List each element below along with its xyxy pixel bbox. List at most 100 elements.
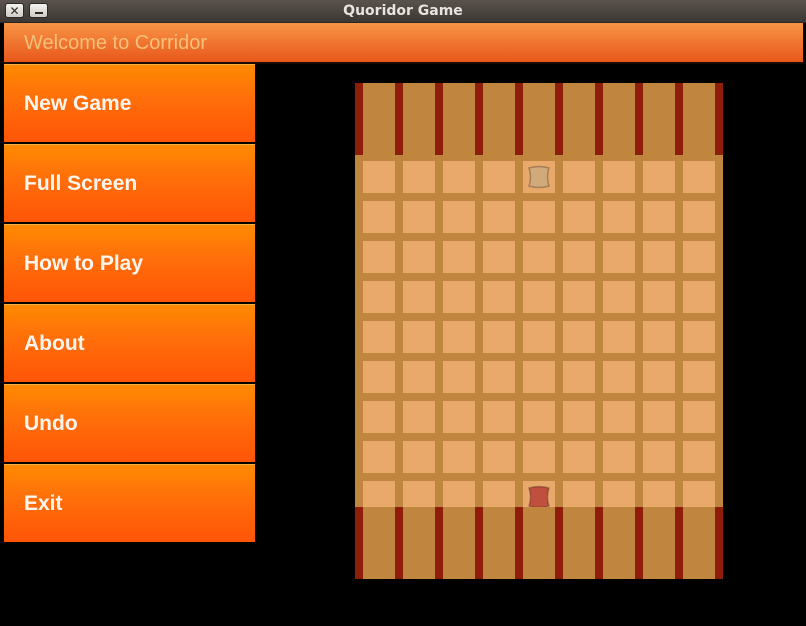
board-cell[interactable]: [363, 161, 395, 193]
board-cell[interactable]: [603, 241, 635, 273]
undo-button[interactable]: Undo: [4, 384, 255, 462]
board-cell[interactable]: [443, 441, 475, 473]
board-cell[interactable]: [443, 321, 475, 353]
board-cell[interactable]: [563, 201, 595, 233]
about-button[interactable]: About: [4, 304, 255, 382]
board-cell[interactable]: [643, 201, 675, 233]
board-cell[interactable]: [643, 361, 675, 393]
board-cell[interactable]: [643, 241, 675, 273]
board-cell[interactable]: [363, 401, 395, 433]
board-cell[interactable]: [683, 401, 715, 433]
board-cell[interactable]: [443, 281, 475, 313]
board-cell[interactable]: [363, 201, 395, 233]
wall-piece[interactable]: [715, 507, 723, 579]
wall-piece[interactable]: [675, 507, 683, 579]
board-cell[interactable]: [483, 161, 515, 193]
board-cell[interactable]: [563, 281, 595, 313]
board-cell[interactable]: [683, 161, 715, 193]
wall-piece[interactable]: [635, 507, 643, 579]
board-cell[interactable]: [483, 281, 515, 313]
wall-piece[interactable]: [475, 83, 483, 155]
wall-piece[interactable]: [395, 83, 403, 155]
board-cell[interactable]: [523, 401, 555, 433]
board-cell[interactable]: [683, 281, 715, 313]
board-cell[interactable]: [603, 361, 635, 393]
board-cell[interactable]: [363, 241, 395, 273]
board-cell[interactable]: [483, 441, 515, 473]
board-cell[interactable]: [603, 321, 635, 353]
board-cell[interactable]: [403, 241, 435, 273]
board-cell[interactable]: [523, 321, 555, 353]
player-1-pawn[interactable]: [526, 164, 552, 190]
board-cell[interactable]: [563, 241, 595, 273]
wall-piece[interactable]: [635, 83, 643, 155]
board-cell[interactable]: [403, 161, 435, 193]
wall-piece[interactable]: [715, 83, 723, 155]
board-cell[interactable]: [523, 201, 555, 233]
board-cell[interactable]: [443, 401, 475, 433]
board-cell[interactable]: [643, 281, 675, 313]
board-cell[interactable]: [643, 161, 675, 193]
board-cell[interactable]: [363, 321, 395, 353]
board-cell[interactable]: [403, 281, 435, 313]
board-cell[interactable]: [683, 321, 715, 353]
title-bar[interactable]: ✕ Quoridor Game: [0, 0, 806, 23]
board-cell[interactable]: [563, 161, 595, 193]
wall-piece[interactable]: [675, 83, 683, 155]
board-cell[interactable]: [603, 281, 635, 313]
wall-piece[interactable]: [435, 507, 443, 579]
board-cell[interactable]: [523, 441, 555, 473]
board-cell[interactable]: [643, 401, 675, 433]
board-cell[interactable]: [683, 361, 715, 393]
board-cell[interactable]: [683, 201, 715, 233]
board-cell[interactable]: [403, 321, 435, 353]
board-cell[interactable]: [483, 401, 515, 433]
board-cell[interactable]: [563, 361, 595, 393]
board-cell[interactable]: [403, 361, 435, 393]
wall-piece[interactable]: [395, 507, 403, 579]
wall-piece[interactable]: [595, 83, 603, 155]
board-cell[interactable]: [603, 161, 635, 193]
window-title: Quoridor Game: [343, 3, 463, 19]
board-cell[interactable]: [603, 441, 635, 473]
board-cell[interactable]: [443, 201, 475, 233]
board-cell[interactable]: [443, 161, 475, 193]
board-cell[interactable]: [403, 201, 435, 233]
board-cell[interactable]: [643, 321, 675, 353]
wall-piece[interactable]: [515, 83, 523, 155]
board-cell[interactable]: [563, 441, 595, 473]
board-cell[interactable]: [563, 401, 595, 433]
new-game-button[interactable]: New Game: [4, 64, 255, 142]
board-cell[interactable]: [443, 241, 475, 273]
board-cell[interactable]: [643, 441, 675, 473]
board-cell[interactable]: [483, 361, 515, 393]
board-cell[interactable]: [523, 361, 555, 393]
how-to-play-button[interactable]: How to Play: [4, 224, 255, 302]
wall-piece[interactable]: [555, 507, 563, 579]
board-cell[interactable]: [403, 401, 435, 433]
wall-piece[interactable]: [515, 507, 523, 579]
wall-piece[interactable]: [355, 83, 363, 155]
board-cell[interactable]: [403, 441, 435, 473]
board-cell[interactable]: [363, 361, 395, 393]
board-cell[interactable]: [443, 361, 475, 393]
exit-button[interactable]: Exit: [4, 464, 255, 542]
board-cell[interactable]: [603, 201, 635, 233]
board-cell[interactable]: [523, 241, 555, 273]
board-cell[interactable]: [483, 201, 515, 233]
board-cell[interactable]: [523, 281, 555, 313]
board-cell[interactable]: [563, 321, 595, 353]
full-screen-button[interactable]: Full Screen: [4, 144, 255, 222]
board-cell[interactable]: [363, 281, 395, 313]
wall-piece[interactable]: [355, 507, 363, 579]
board-cell[interactable]: [483, 321, 515, 353]
board-cell[interactable]: [683, 441, 715, 473]
wall-piece[interactable]: [435, 83, 443, 155]
board-cell[interactable]: [683, 241, 715, 273]
board-cell[interactable]: [603, 401, 635, 433]
wall-piece[interactable]: [595, 507, 603, 579]
board-cell[interactable]: [363, 441, 395, 473]
wall-piece[interactable]: [555, 83, 563, 155]
wall-piece[interactable]: [475, 507, 483, 579]
board-cell[interactable]: [483, 241, 515, 273]
